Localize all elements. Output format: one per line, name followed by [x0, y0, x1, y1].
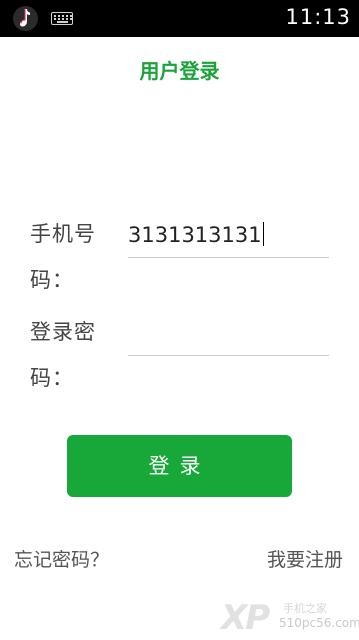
- phone-value: 3131313131: [128, 223, 262, 247]
- phone-label: 手机号码：: [30, 222, 96, 292]
- phone-input[interactable]: 3131313131: [128, 215, 329, 258]
- status-clock: 11:13: [285, 5, 351, 29]
- status-bar: 11:13: [0, 0, 359, 37]
- register-link[interactable]: 我要注册: [267, 545, 343, 572]
- watermark-line1: 手机之家: [283, 602, 327, 615]
- page-title: 用户登录: [139, 59, 220, 83]
- login-button[interactable]: 登录: [67, 435, 292, 497]
- text-caret: [262, 222, 264, 246]
- tiktok-icon: [13, 6, 38, 31]
- password-input[interactable]: [128, 313, 329, 356]
- watermark-logo: XP: [221, 598, 270, 638]
- site-watermark: XP 手机之家 510pc56.com: [221, 598, 359, 638]
- watermark-line2: 510pc56.com: [279, 616, 359, 630]
- password-label: 登录密码：: [30, 320, 96, 390]
- forgot-password-link[interactable]: 忘记密码？: [14, 545, 109, 572]
- keyboard-icon: [51, 12, 73, 25]
